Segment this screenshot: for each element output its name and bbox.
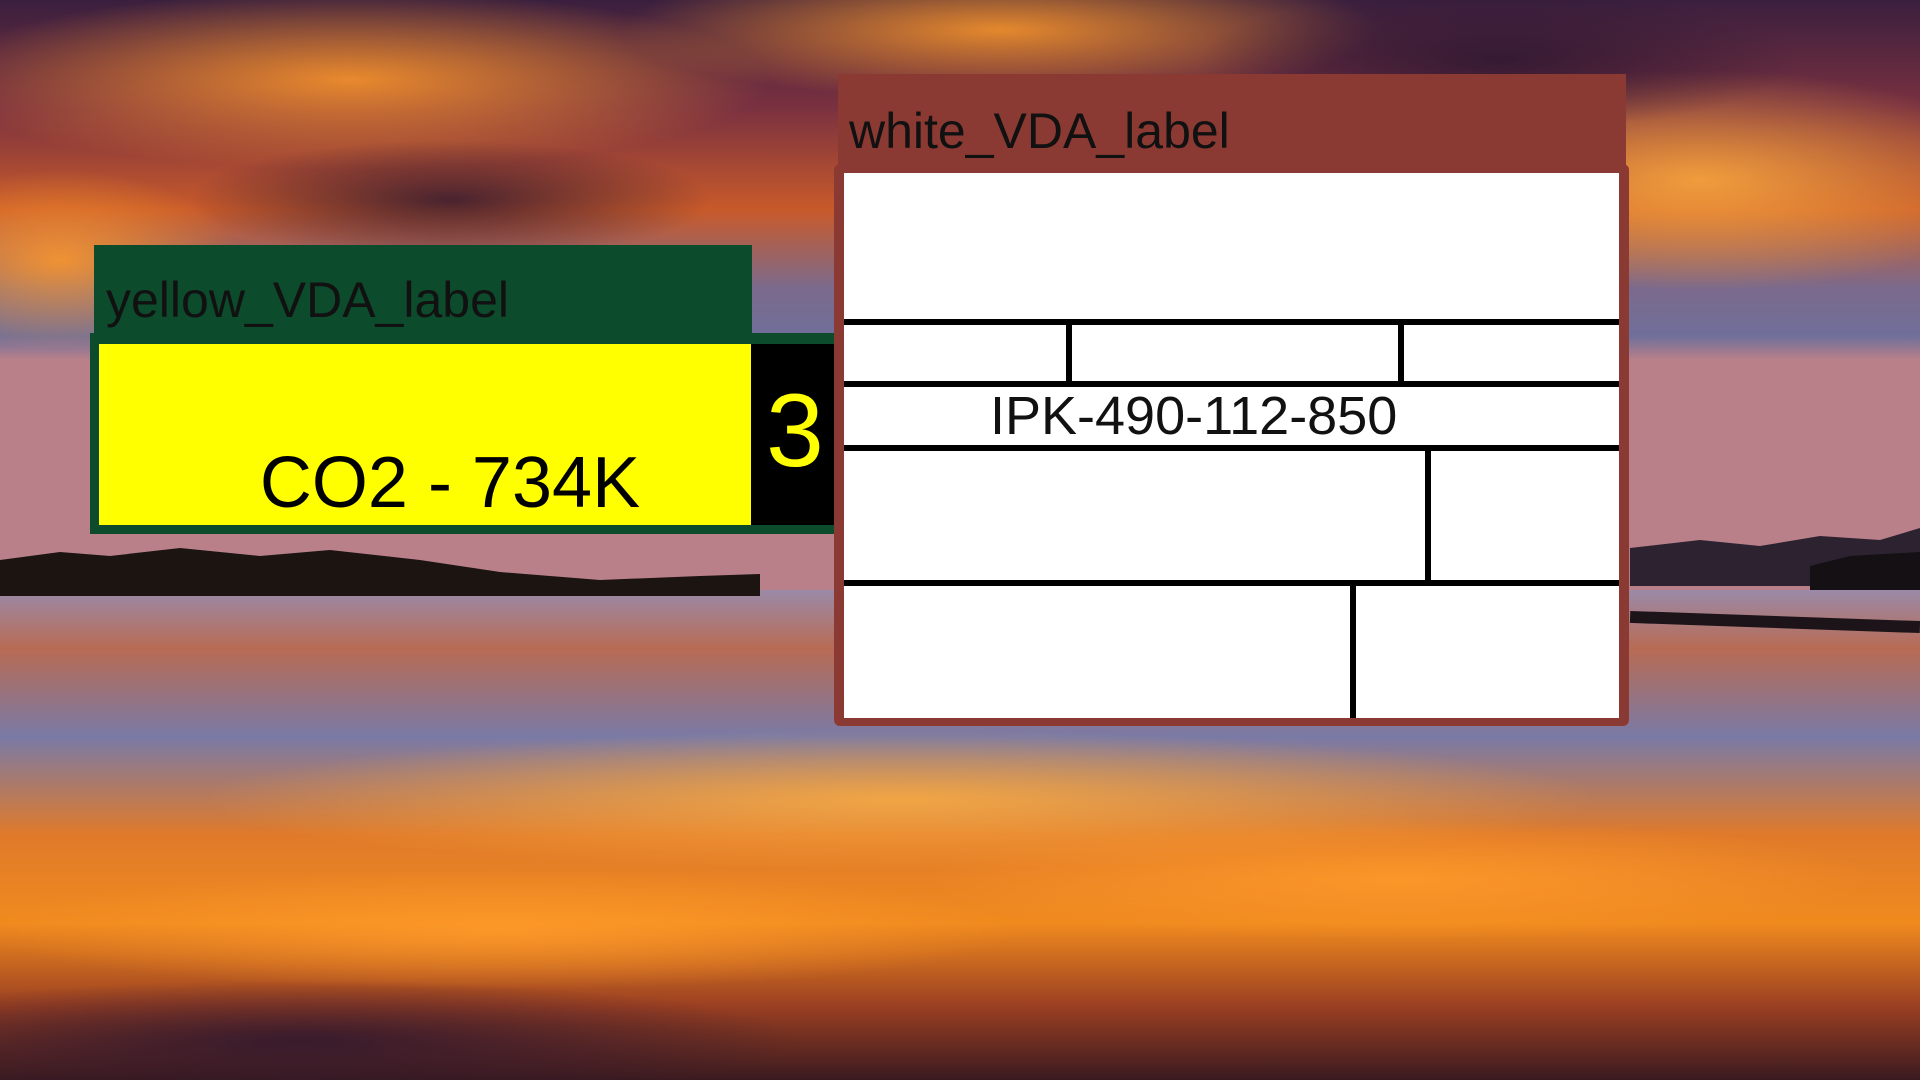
label-divider [844, 445, 1619, 451]
label-divider [1350, 580, 1356, 718]
yellow-label-title: yellow_VDA_label [106, 272, 510, 328]
yellow-label-digit: 3 [766, 373, 824, 489]
desktop: yellow_VDA_label CO2 - 734K 3 white_VDA_… [0, 0, 1920, 1080]
white-vda-label: IPK-490-112-850 [834, 164, 1629, 726]
label-divider [1425, 445, 1431, 580]
white-label-face: IPK-490-112-850 [844, 173, 1619, 718]
yellow-label-face: CO2 - 734K [99, 344, 751, 525]
white-label-title: white_VDA_label [849, 103, 1230, 159]
yellow-vda-label: CO2 - 734K 3 [90, 333, 850, 534]
white-label-title-bar[interactable]: white_VDA_label [838, 74, 1626, 170]
white-label-code: IPK-490-112-850 [990, 386, 1398, 446]
yellow-label-text: CO2 - 734K [259, 443, 641, 523]
yellow-label-title-bar[interactable]: yellow_VDA_label [94, 245, 752, 334]
label-divider [1398, 319, 1404, 381]
label-divider [844, 580, 1619, 586]
label-divider [1066, 319, 1072, 381]
label-divider [844, 319, 1619, 325]
